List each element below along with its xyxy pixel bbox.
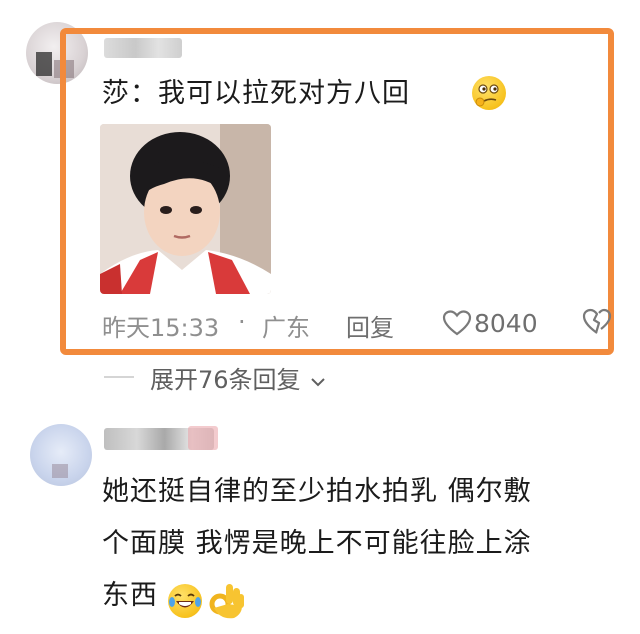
heart-icon [442, 309, 472, 337]
laughing-crying-emoji [168, 584, 202, 618]
expand-divider [104, 376, 134, 378]
comment-text: 东西 [102, 580, 158, 611]
meta-separator: · [238, 308, 246, 336]
comment-location: 广东 [262, 314, 310, 342]
badge-blurred [188, 426, 218, 450]
avatar[interactable] [30, 424, 92, 486]
comment-text: 莎：我可以拉死对方八回 [102, 78, 410, 109]
comment-text: 个面膜 我愣是晚上不可能往脸上涂 [102, 528, 532, 559]
thinking-emoji [472, 76, 506, 110]
like-button[interactable]: 8040 [442, 306, 538, 340]
reply-button[interactable]: 回复 [346, 308, 394, 343]
dislike-icon[interactable] [582, 306, 612, 336]
comment-timestamp: 昨天15:33 [102, 314, 220, 342]
comment-text: 她还挺自律的至少拍水拍乳 偶尔敷 [102, 476, 532, 507]
ok-hand-emoji [206, 580, 246, 622]
comment-image[interactable] [100, 124, 271, 294]
expand-replies-button[interactable]: 展开76条回复 [150, 360, 326, 395]
like-count: 8040 [474, 308, 538, 338]
chevron-down-icon [310, 367, 326, 395]
